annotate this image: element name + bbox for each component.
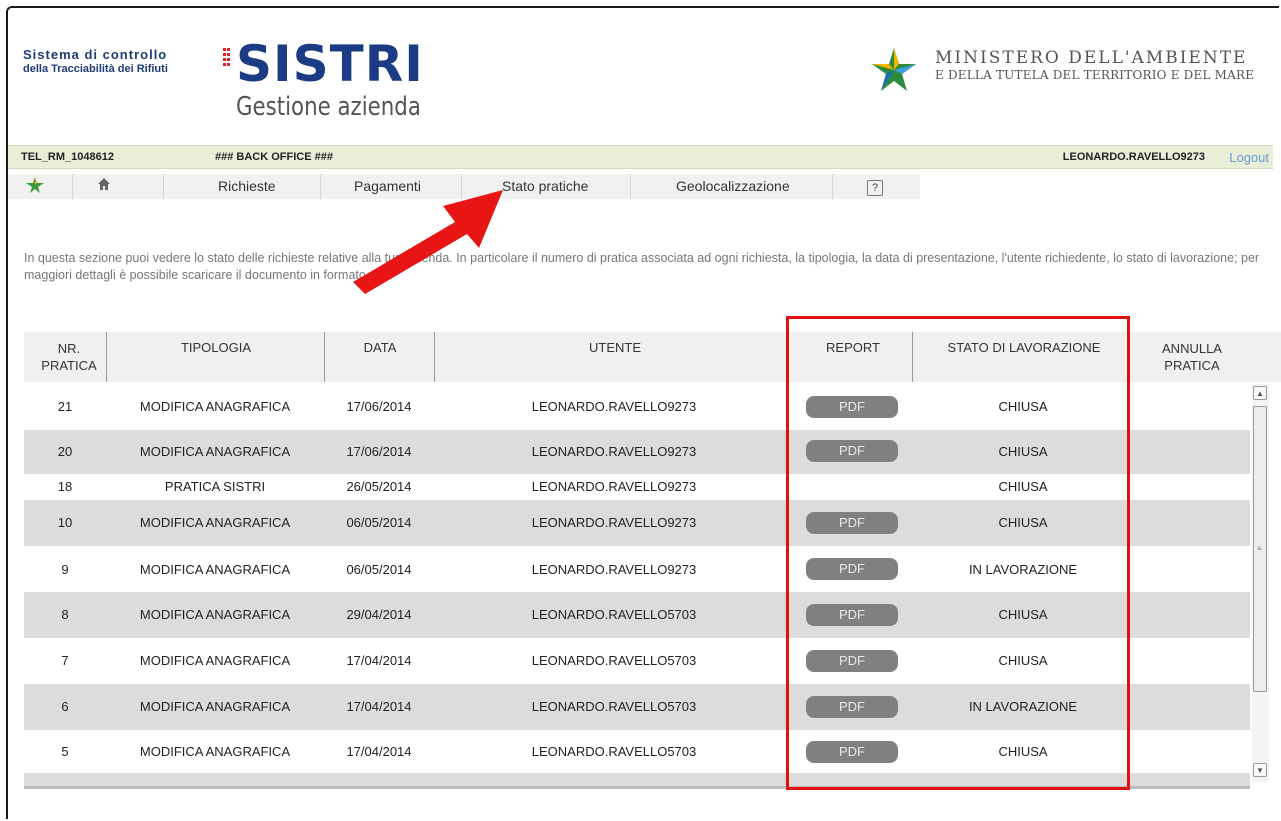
- col-data: DATA: [324, 332, 435, 382]
- cell-utente: LEONARDO.RAVELLO9273: [531, 399, 697, 414]
- cell-data: 17/04/2014: [346, 744, 412, 759]
- cell-utente: LEONARDO.RAVELLO9273: [531, 562, 697, 577]
- cell-utente: LEONARDO.RAVELLO5703: [531, 607, 697, 622]
- cell-data: 17/06/2014: [346, 444, 412, 459]
- nav-star-icon[interactable]: [25, 176, 45, 197]
- logged-user: LEONARDO.RAVELLO9273: [1062, 151, 1205, 163]
- cell-tipologia: MODIFICA ANAGRAFICA: [139, 744, 291, 759]
- cell-tipologia: MODIFICA ANAGRAFICA: [139, 515, 291, 530]
- col-utente: UTENTE: [434, 332, 795, 382]
- ministry-line1: MINISTERO DELL'AMBIENTE: [935, 48, 1248, 68]
- cell-data: 17/04/2014: [346, 653, 412, 668]
- brand-line2: della Tracciabilità dei Rifiuti: [23, 63, 168, 75]
- section-description: In questa sezione puoi vedere lo stato d…: [24, 251, 1260, 282]
- scroll-down-icon[interactable]: ▼: [1253, 763, 1267, 777]
- cell-nr: 9: [61, 562, 69, 577]
- cell-data: 06/05/2014: [346, 515, 412, 530]
- company-code: TEL_RM_1048612: [21, 151, 114, 163]
- back-office-label: ### BACK OFFICE ###: [215, 151, 333, 163]
- cell-tipologia: MODIFICA ANAGRAFICA: [139, 699, 291, 714]
- logout-link[interactable]: Logout: [1229, 150, 1269, 165]
- home-icon[interactable]: [97, 177, 111, 194]
- cell-data: 17/06/2014: [346, 399, 412, 414]
- cell-nr: 5: [61, 744, 69, 759]
- scrollbar-thumb[interactable]: ≡: [1253, 406, 1267, 692]
- highlight-box: [786, 316, 1130, 790]
- cell-data: 06/05/2014: [346, 562, 412, 577]
- cell-nr: 18: [57, 479, 73, 494]
- nav-item-geolocalizzazione[interactable]: Geolocalizzazione: [676, 178, 790, 194]
- help-icon[interactable]: ?: [867, 178, 883, 196]
- cell-utente: LEONARDO.RAVELLO9273: [531, 479, 697, 494]
- cell-tipologia: MODIFICA ANAGRAFICA: [139, 399, 291, 414]
- brand-line1: Sistema di controllo: [23, 47, 168, 62]
- cell-utente: LEONARDO.RAVELLO9273: [531, 444, 697, 459]
- cell-nr: 7: [61, 653, 69, 668]
- scroll-grip-icon: ≡: [1257, 544, 1262, 553]
- page-subtitle: Gestione azienda: [236, 92, 421, 122]
- cell-tipologia: MODIFICA ANAGRAFICA: [139, 607, 291, 622]
- col-tipologia: TIPOLOGIA: [106, 332, 325, 382]
- ministry-star-icon: [872, 48, 916, 91]
- cell-tipologia: MODIFICA ANAGRAFICA: [139, 653, 291, 668]
- cell-utente: LEONARDO.RAVELLO5703: [531, 699, 697, 714]
- cell-tipologia: PRATICA SISTRI: [164, 479, 266, 494]
- cell-utente: LEONARDO.RAVELLO9273: [531, 515, 697, 530]
- ministry-name: MINISTERO DELL'AMBIENTE E DELLA TUTELA D…: [935, 48, 1254, 82]
- info-bar: TEL_RM_1048612 ### BACK OFFICE ### LEONA…: [8, 145, 1273, 169]
- brand-dots-decoration: [223, 48, 233, 78]
- cell-nr: 20: [57, 444, 73, 459]
- col-annulla-pratica: ANNULLA PRATICA: [1162, 341, 1222, 373]
- cell-data: 29/04/2014: [346, 607, 412, 622]
- cell-utente: LEONARDO.RAVELLO5703: [531, 653, 697, 668]
- nav-item-richieste[interactable]: Richieste: [218, 178, 276, 194]
- brand-text: Sistema di controllo della Tracciabilità…: [23, 48, 168, 76]
- cell-nr: 10: [57, 515, 73, 530]
- cell-nr: 6: [61, 699, 69, 714]
- table-scrollbar[interactable]: ▲ ≡ ▼: [1252, 384, 1269, 782]
- sistri-logo: SISTRI: [236, 35, 424, 93]
- cell-data: 26/05/2014: [346, 479, 412, 494]
- scroll-up-icon[interactable]: ▲: [1253, 386, 1267, 400]
- cell-tipologia: MODIFICA ANAGRAFICA: [139, 444, 291, 459]
- cell-utente: LEONARDO.RAVELLO5703: [531, 744, 697, 759]
- cell-nr: 21: [57, 399, 73, 414]
- col-nr-pratica: NR. PRATICA: [41, 341, 97, 373]
- cell-tipologia: MODIFICA ANAGRAFICA: [139, 562, 291, 577]
- cell-data: 17/04/2014: [346, 699, 412, 714]
- cell-nr: 8: [61, 607, 69, 622]
- ministry-line2: E DELLA TUTELA DEL TERRITORIO E DEL MARE: [935, 68, 1255, 82]
- red-arrow-icon: [353, 190, 503, 294]
